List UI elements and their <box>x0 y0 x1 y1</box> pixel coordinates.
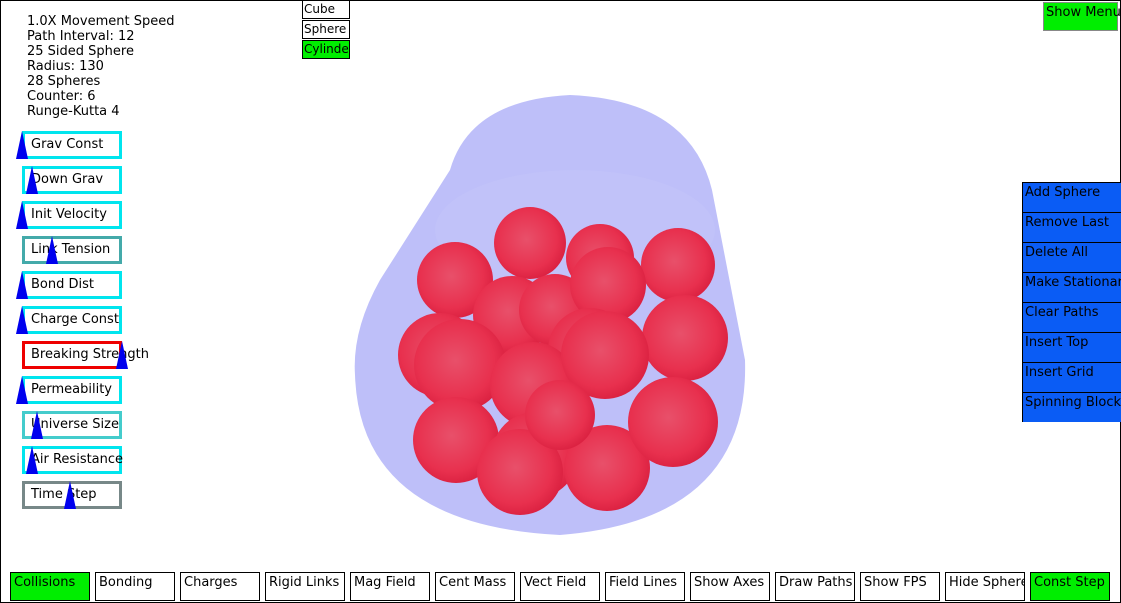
show-menu-button[interactable]: Show Menu <box>1043 2 1121 31</box>
slider-handle-icon[interactable] <box>26 446 38 474</box>
shape-cube-button[interactable]: Cube <box>302 0 350 19</box>
slider-init-velocity[interactable]: Init Velocity <box>16 201 122 229</box>
slider-bond-dist[interactable]: Bond Dist <box>16 271 122 299</box>
slider-air-resistance[interactable]: Air Resistance <box>22 446 124 474</box>
slider-permeability[interactable]: Permeability <box>16 376 122 404</box>
slider-label: Permeability <box>31 382 112 397</box>
sphere <box>494 207 566 279</box>
shape-sphere-button[interactable]: Sphere <box>302 20 350 39</box>
toggle-draw-paths[interactable]: Draw Paths <box>775 572 855 601</box>
toggle-rigid-links[interactable]: Rigid Links <box>265 572 345 601</box>
toggle-const-step[interactable]: Const Step <box>1030 572 1110 601</box>
info-sphere-count: 28 Spheres <box>27 74 101 89</box>
slider-charge-const[interactable]: Charge Const <box>16 306 122 334</box>
clear-paths-button[interactable]: Clear Paths <box>1022 302 1121 332</box>
slider-time-step[interactable]: Time Step <box>22 481 122 509</box>
toggle-show-axes[interactable]: Show Axes <box>690 572 770 601</box>
slider-handle-icon[interactable] <box>16 306 28 334</box>
slider-down-grav[interactable]: Down Grav <box>22 166 122 194</box>
toggle-mag-field[interactable]: Mag Field <box>350 572 430 601</box>
sphere <box>628 377 718 467</box>
slider-label: Bond Dist <box>31 277 94 292</box>
shape-cylinder-button[interactable]: Cylinder <box>302 40 350 59</box>
slider-label: Init Velocity <box>31 207 107 222</box>
simulation-info: 1.0X Movement Speed Path Interval: 12 25… <box>27 14 174 119</box>
info-speed: 1.0X Movement Speed <box>27 14 175 29</box>
toggle-collisions[interactable]: Collisions <box>10 572 90 601</box>
info-integrator: Runge-Kutta 4 <box>27 104 120 119</box>
slider-label: Universe Size <box>31 417 119 432</box>
info-counter: Counter: 6 <box>27 89 96 104</box>
slider-handle-icon[interactable] <box>116 341 128 369</box>
toggle-cent-mass[interactable]: Cent Mass <box>435 572 515 601</box>
info-radius: Radius: 130 <box>27 59 104 74</box>
toggle-field-lines[interactable]: Field Lines <box>605 572 685 601</box>
slider-handle-icon[interactable] <box>16 201 28 229</box>
toggle-vect-field[interactable]: Vect Field <box>520 572 600 601</box>
spinning-block-button[interactable]: Spinning Block <box>1022 392 1121 422</box>
slider-breaking-strength[interactable]: Breaking Strength <box>22 341 149 369</box>
sphere <box>642 295 728 381</box>
slider-label: Breaking Strength <box>31 347 149 362</box>
slider-grav-const[interactable]: Grav Const <box>16 131 122 159</box>
slider-label: Charge Const <box>31 312 119 327</box>
add-sphere-button[interactable]: Add Sphere <box>1022 182 1121 212</box>
slider-label: Air Resistance <box>31 452 124 467</box>
toggle-charges[interactable]: Charges <box>180 572 260 601</box>
insert-top-button[interactable]: Insert Top <box>1022 332 1121 362</box>
slider-handle-icon[interactable] <box>16 131 28 159</box>
remove-last-button[interactable]: Remove Last <box>1022 212 1121 242</box>
slider-handle-icon[interactable] <box>64 481 76 509</box>
slider-label: Grav Const <box>31 137 104 152</box>
slider-handle-icon[interactable] <box>16 271 28 299</box>
slider-label: Link Tension <box>31 242 111 257</box>
slider-handle-icon[interactable] <box>26 166 38 194</box>
toggle-show-fps[interactable]: Show FPS <box>860 572 940 601</box>
sphere <box>525 380 595 450</box>
toggle-hide-spheres[interactable]: Hide Spheres <box>945 572 1025 601</box>
slider-label: Down Grav <box>31 172 104 187</box>
slider-link-tension[interactable]: Link Tension <box>22 236 122 264</box>
slider-handle-icon[interactable] <box>46 236 58 264</box>
make-stationary-button[interactable]: Make Stationary <box>1022 272 1121 302</box>
slider-handle-icon[interactable] <box>16 376 28 404</box>
info-sphere-sides: 25 Sided Sphere <box>27 44 134 59</box>
sphere <box>641 228 715 302</box>
toggle-bonding[interactable]: Bonding <box>95 572 175 601</box>
delete-all-button[interactable]: Delete All <box>1022 242 1121 272</box>
slider-handle-icon[interactable] <box>31 411 43 439</box>
insert-grid-button[interactable]: Insert Grid <box>1022 362 1121 392</box>
slider-universe-size[interactable]: Universe Size <box>22 411 122 439</box>
info-path-interval: Path Interval: 12 <box>27 29 135 44</box>
